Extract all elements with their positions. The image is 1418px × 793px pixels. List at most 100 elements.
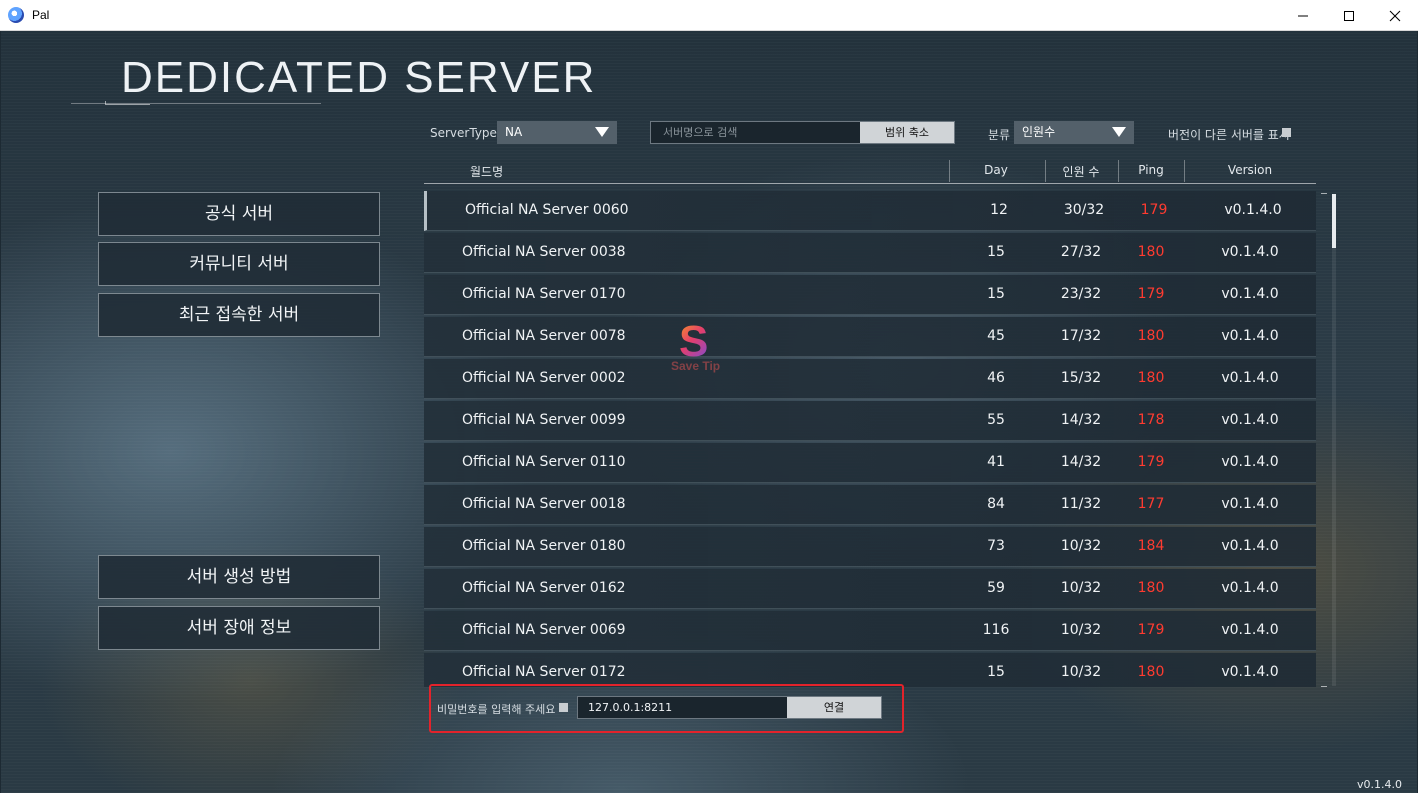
server-name: Official NA Server 0099	[462, 412, 626, 428]
server-list-scrollbar[interactable]	[1332, 194, 1336, 686]
server-type-value: NA	[505, 125, 523, 139]
table-row[interactable]: Official NA Server 0162 59 10/32 180 v0.…	[424, 569, 1316, 609]
server-players: 10/32	[1060, 580, 1102, 596]
table-row[interactable]: Official NA Server 0180 73 10/32 184 v0.…	[424, 527, 1316, 567]
table-row[interactable]: Official NA Server 0038 15 27/32 180 v0.…	[424, 233, 1316, 273]
table-row[interactable]: Official NA Server 0078 45 17/32 180 v0.…	[424, 317, 1316, 357]
table-row[interactable]: Official NA Server 0172 15 10/32 180 v0.…	[424, 653, 1316, 687]
column-day[interactable]: Day	[964, 163, 1028, 177]
server-creation-guide-button[interactable]: 서버 생성 방법	[98, 555, 380, 599]
server-players: 23/32	[1060, 286, 1102, 302]
server-day: 15	[987, 244, 1005, 260]
server-day: 46	[987, 370, 1005, 386]
server-search: 범위 축소	[650, 121, 955, 144]
column-ping[interactable]: Ping	[1124, 163, 1178, 177]
address-input[interactable]	[578, 697, 786, 718]
server-players: 27/32	[1060, 244, 1102, 260]
server-name: Official NA Server 0078	[462, 328, 626, 344]
official-server-button[interactable]: 공식 서버	[98, 192, 380, 236]
server-ping: 179	[1137, 286, 1165, 302]
server-name: Official NA Server 0110	[462, 454, 626, 470]
scrollbar-thumb[interactable]	[1332, 194, 1336, 248]
server-name: Official NA Server 0038	[462, 244, 626, 260]
server-list: Official NA Server 0060 12 30/32 179 v0.…	[424, 191, 1316, 687]
scroll-marker	[1321, 686, 1327, 687]
server-outage-info-button[interactable]: 서버 장애 정보	[98, 606, 380, 650]
server-ping: 177	[1137, 496, 1165, 512]
savetip-watermark: S Save Tip	[669, 317, 733, 377]
address-field: 연결	[577, 696, 882, 719]
close-button[interactable]	[1372, 0, 1418, 31]
column-version[interactable]: Version	[1194, 163, 1306, 177]
server-players: 17/32	[1060, 328, 1102, 344]
server-version: v0.1.4.0	[1221, 412, 1279, 428]
server-version: v0.1.4.0	[1221, 622, 1279, 638]
server-ping: 180	[1137, 244, 1165, 260]
close-icon	[1389, 10, 1401, 21]
sort-label: 분류	[988, 128, 1011, 142]
search-input[interactable]	[651, 122, 859, 143]
connect-button[interactable]: 연결	[787, 697, 881, 718]
sort-value: 인원수	[1022, 125, 1056, 139]
maximize-icon	[1344, 10, 1354, 21]
server-ping: 180	[1137, 328, 1165, 344]
server-name: Official NA Server 0172	[462, 664, 626, 680]
server-players: 10/32	[1060, 622, 1102, 638]
app-version: v0.1.4.0	[1357, 778, 1402, 791]
table-row[interactable]: Official NA Server 0110 41 14/32 179 v0.…	[424, 443, 1316, 483]
column-world-name[interactable]: 월드명	[470, 163, 503, 180]
page-title: DEDICATED SERVER	[121, 53, 597, 102]
window-titlebar: Pal	[0, 0, 1418, 31]
table-row[interactable]: Official NA Server 0170 15 23/32 179 v0.…	[424, 275, 1316, 315]
scroll-marker	[1321, 193, 1327, 194]
server-version: v0.1.4.0	[1221, 496, 1279, 512]
table-row[interactable]: Official NA Server 0018 84 11/32 177 v0.…	[424, 485, 1316, 525]
server-ping: 179	[1137, 622, 1165, 638]
server-version: v0.1.4.0	[1221, 664, 1279, 680]
server-day: 116	[982, 622, 1010, 638]
game-stage: DEDICATED SERVER ServerType NA 범위 축소 분류 …	[1, 31, 1417, 793]
server-name: Official NA Server 0069	[462, 622, 626, 638]
table-row[interactable]: Official NA Server 0099 55 14/32 178 v0.…	[424, 401, 1316, 441]
show-other-versions-label: 버전이 다른 서버를 표시	[1168, 128, 1290, 142]
server-day: 41	[987, 454, 1005, 470]
direct-connect-panel: 비밀번호를 입력해 주세요 연결	[429, 684, 904, 733]
community-server-button[interactable]: 커뮤니티 서버	[98, 242, 380, 286]
column-players[interactable]: 인원 수	[1042, 163, 1120, 180]
narrow-search-button[interactable]: 범위 축소	[860, 122, 954, 143]
minimize-button[interactable]	[1280, 0, 1326, 31]
server-type-label: ServerType	[430, 126, 497, 140]
server-day: 12	[990, 202, 1008, 218]
password-label: 비밀번호를 입력해 주세요	[437, 703, 556, 716]
server-players: 15/32	[1060, 370, 1102, 386]
server-type-dropdown[interactable]: NA	[497, 121, 617, 144]
column-divider	[1184, 160, 1185, 182]
server-version: v0.1.4.0	[1221, 454, 1279, 470]
server-name: Official NA Server 0018	[462, 496, 626, 512]
column-divider	[1118, 160, 1119, 182]
password-checkbox[interactable]	[559, 703, 568, 712]
server-version: v0.1.4.0	[1221, 328, 1279, 344]
sort-dropdown[interactable]: 인원수	[1014, 121, 1134, 144]
server-version: v0.1.4.0	[1221, 538, 1279, 554]
table-row[interactable]: Official NA Server 0002 46 15/32 180 v0.…	[424, 359, 1316, 399]
server-day: 15	[987, 286, 1005, 302]
server-name: Official NA Server 0162	[462, 580, 626, 596]
server-ping: 180	[1137, 370, 1165, 386]
window-controls	[1280, 0, 1418, 31]
pal-app-icon	[8, 7, 24, 23]
dropdown-arrow-icon	[1112, 127, 1126, 137]
table-row[interactable]: Official NA Server 0060 12 30/32 179 v0.…	[424, 191, 1316, 231]
server-day: 84	[987, 496, 1005, 512]
server-day: 59	[987, 580, 1005, 596]
server-players: 11/32	[1060, 496, 1102, 512]
table-row[interactable]: Official NA Server 0069 116 10/32 179 v0…	[424, 611, 1316, 651]
server-table-header: 월드명 Day 인원 수 Ping Version	[424, 160, 1316, 184]
show-other-versions-checkbox[interactable]	[1282, 128, 1291, 137]
server-ping: 178	[1137, 412, 1165, 428]
server-name: Official NA Server 0180	[462, 538, 626, 554]
maximize-button[interactable]	[1326, 0, 1372, 31]
recent-server-button[interactable]: 최근 접속한 서버	[98, 293, 380, 337]
server-players: 14/32	[1060, 412, 1102, 428]
minimize-icon	[1298, 15, 1308, 16]
